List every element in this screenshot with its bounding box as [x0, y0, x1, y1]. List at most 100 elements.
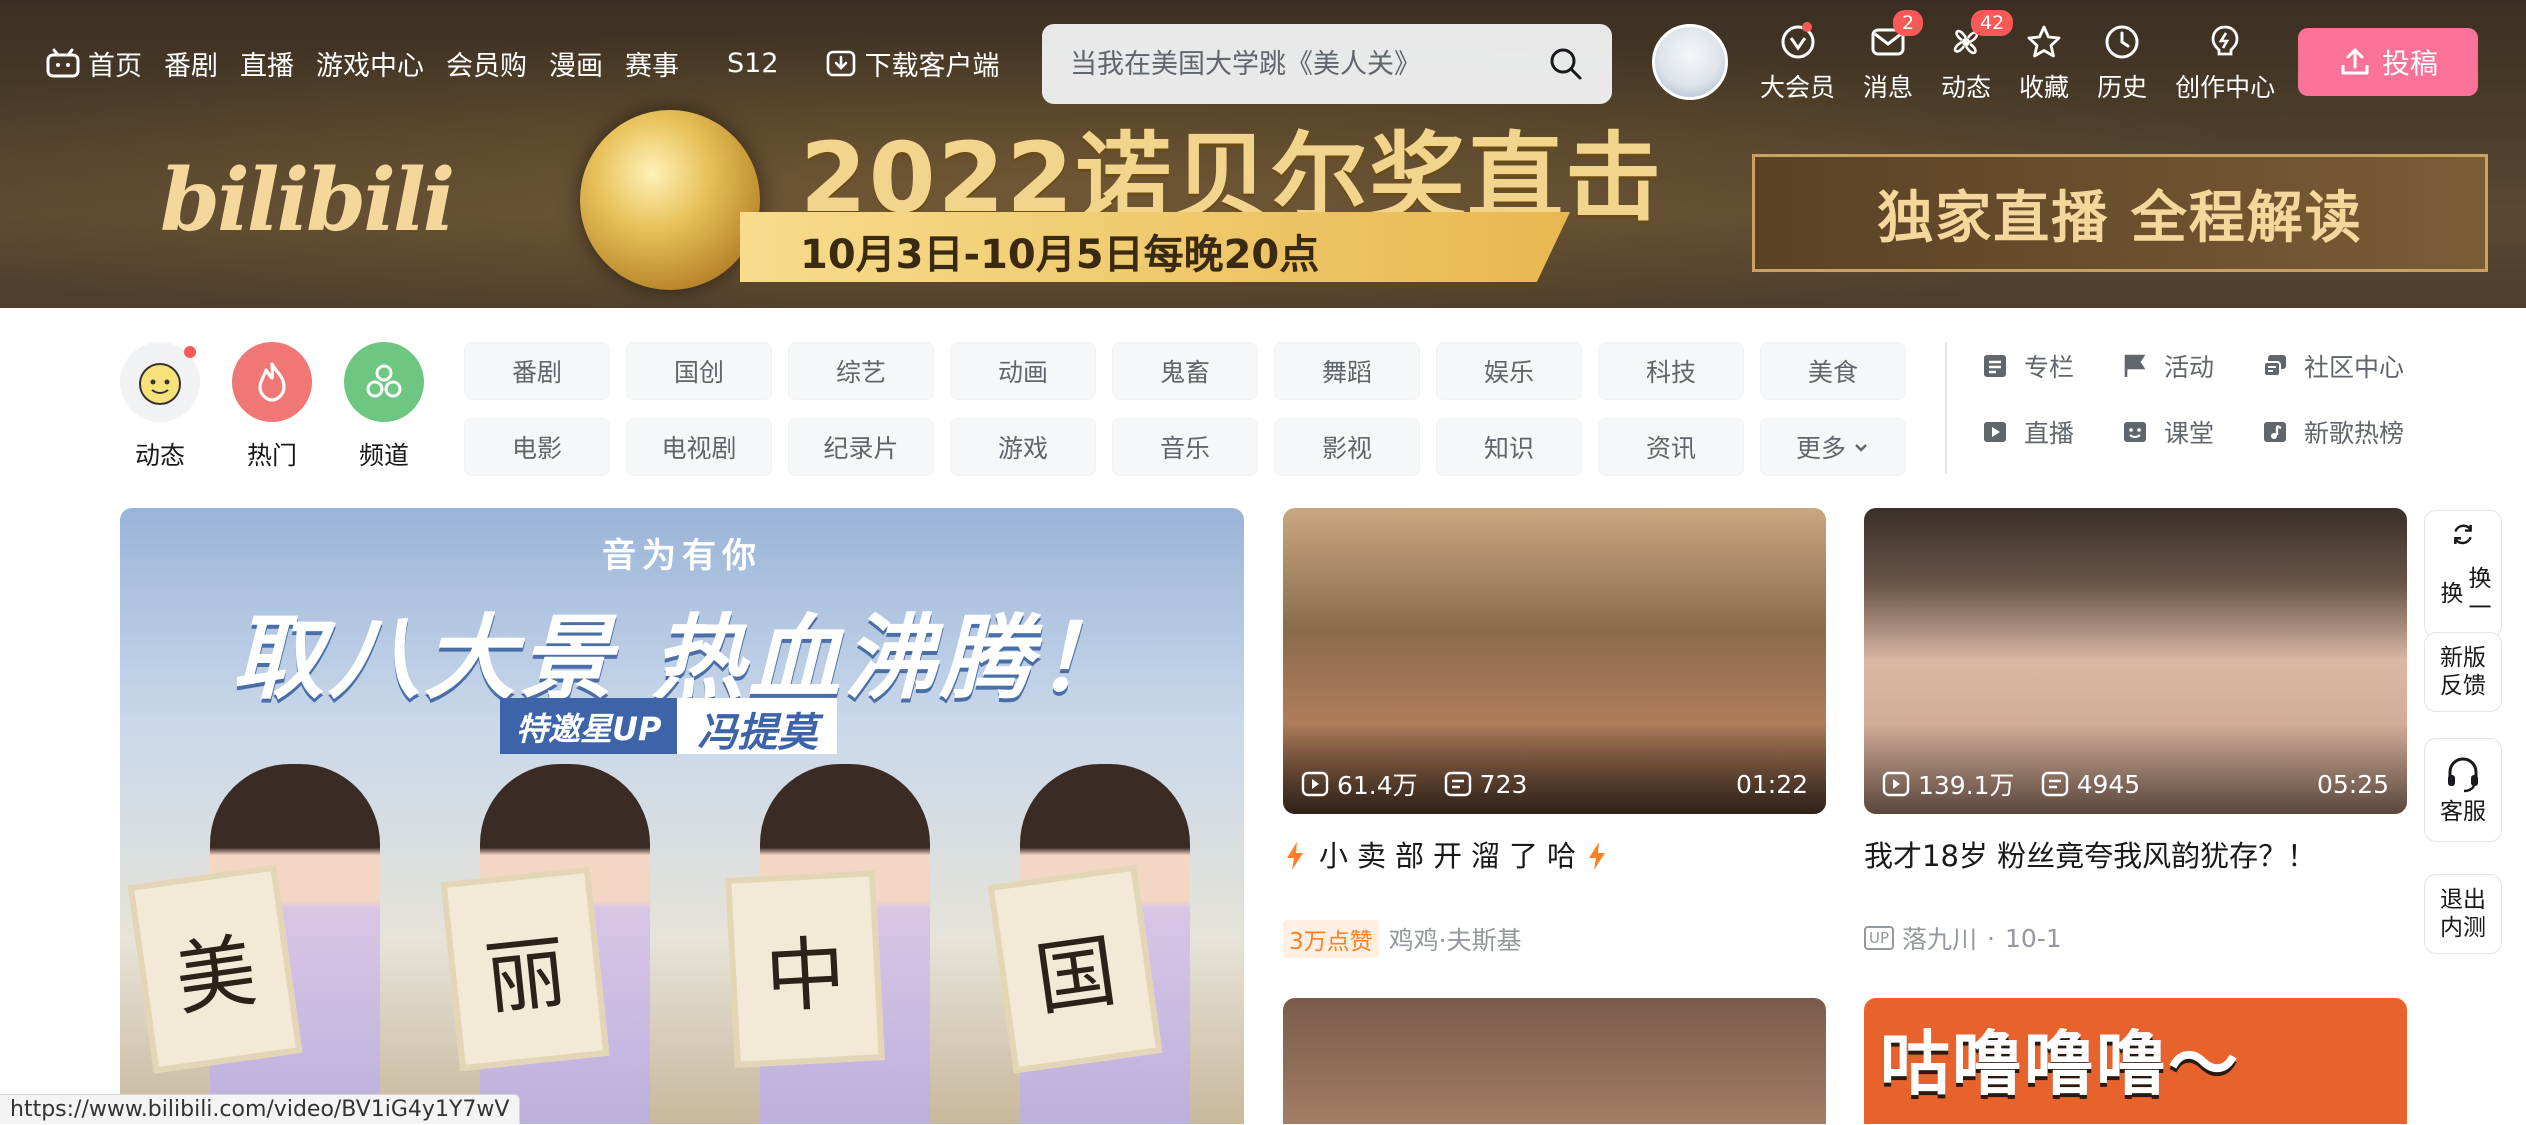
nav-left: 首页 番剧 直播 游戏中心 会员购 漫画 赛事 S12 下载客户端 [46, 40, 1022, 86]
header-history[interactable]: 历史 [2097, 22, 2147, 104]
up-icon: UP [1864, 926, 1895, 950]
video-card[interactable]: 61.4万 723 01:22 小卖部开溜了哈 3万点赞 鸡鸡·夫斯基 [1283, 508, 1826, 958]
flag-icon [2120, 351, 2150, 381]
channel-chip-tech[interactable]: 科技 [1598, 342, 1744, 400]
nav-manga[interactable]: 漫画 [549, 44, 603, 83]
tool-article[interactable]: 专栏 [1980, 348, 2116, 384]
tool-live[interactable]: 直播 [1980, 414, 2116, 450]
nav-live[interactable]: 直播 [240, 44, 294, 83]
channel-chip-news[interactable]: 资讯 [1598, 418, 1744, 476]
header-vip[interactable]: 大会员 [1760, 22, 1835, 104]
nav-home[interactable]: 首页 [46, 44, 142, 83]
tool-new-songs[interactable]: 新歌热榜 [2260, 414, 2440, 450]
video-duration: 01:22 [1735, 769, 1808, 799]
nav-match[interactable]: 赛事 [625, 44, 679, 83]
channel-chip-tv[interactable]: 电视剧 [626, 418, 772, 476]
refresh-label: 换一换 [2436, 566, 2490, 625]
channel-chip-music[interactable]: 音乐 [1112, 418, 1258, 476]
video-title[interactable]: 小卖部开溜了哈 [1283, 836, 1826, 876]
feedback-button[interactable]: 新版反馈 [2424, 632, 2502, 712]
tool-community[interactable]: 社区中心 [2260, 348, 2440, 384]
nav-shop[interactable]: 会员购 [446, 44, 527, 83]
header-banner: bilibili 2022诺贝尔奖直击 10月3日-10月5日每晚20点 独家直… [0, 0, 2526, 308]
tool-links: 专栏 活动 社区中心 直播 课堂 新歌热榜 [1980, 348, 2440, 450]
quick-hot[interactable]: 热门 [232, 342, 312, 472]
quick-dynamic[interactable]: 动态 [120, 342, 200, 472]
customer-service-button[interactable]: 客服 [2424, 738, 2502, 842]
channel-chip-bangumi[interactable]: 番剧 [464, 342, 610, 400]
play-count-icon [1301, 771, 1329, 797]
community-icon [2260, 351, 2290, 381]
dynamic-label: 动态 [1941, 73, 1992, 102]
download-label: 下载客户端 [864, 50, 1000, 82]
article-icon [1980, 351, 2010, 381]
channel-chip-food[interactable]: 美食 [1760, 342, 1906, 400]
tool-live-label: 直播 [2024, 419, 2075, 448]
danmaku-count-value: 4945 [2076, 769, 2141, 799]
user-avatar[interactable] [1652, 24, 1728, 100]
carousel-scroll: 美 [127, 864, 303, 1074]
nav-game-center[interactable]: 游戏中心 [316, 44, 424, 83]
nav-home-label: 首页 [88, 50, 142, 82]
channel-chip-kichiku[interactable]: 鬼畜 [1112, 342, 1258, 400]
bilibili-logo[interactable]: bilibili [160, 150, 455, 251]
video-thumbnail[interactable]: 139.1万 4945 05:25 [1864, 508, 2407, 814]
nav-download-client[interactable]: 下载客户端 [825, 44, 1000, 83]
channel-chip-game[interactable]: 游戏 [950, 418, 1096, 476]
tool-activity-label: 活动 [2164, 353, 2215, 382]
video-card[interactable]: 139.1万 4945 05:25 我才18岁 粉丝竟夸我风韵犹存？！ UP 落… [1864, 508, 2407, 954]
video-stats: 61.4万 723 01:22 [1301, 766, 1808, 802]
carousel-tag-guest: 特邀星UP [500, 698, 678, 754]
bulb-icon [2205, 22, 2245, 62]
header-message[interactable]: 2 消息 [1863, 10, 1924, 104]
danmaku-icon [2041, 771, 2068, 797]
video-thumbnail[interactable] [1283, 998, 1826, 1124]
video-thumbnail[interactable]: 61.4万 723 01:22 [1283, 508, 1826, 814]
banner-live-box[interactable]: 独家直播 全程解读 [1752, 154, 2488, 272]
video-author[interactable]: 鸡鸡·夫斯基 [1389, 921, 1522, 957]
tool-community-label: 社区中心 [2304, 353, 2405, 382]
meta-separator: · [1987, 923, 1995, 953]
header-dynamic[interactable]: 42 动态 [1941, 10, 2014, 104]
category-divider [1945, 342, 1947, 474]
tool-activity[interactable]: 活动 [2120, 348, 2256, 384]
search-box [1042, 24, 1612, 104]
header-creator-center[interactable]: 创作中心 [2175, 22, 2275, 104]
search-icon[interactable] [1548, 46, 1584, 82]
channel-chip-anime[interactable]: 动画 [950, 342, 1096, 400]
video-title[interactable]: 我才18岁 粉丝竟夸我风韵犹存？！ [1864, 836, 2407, 876]
carousel-tag-name: 冯提莫 [677, 698, 838, 756]
tool-course[interactable]: 课堂 [2120, 414, 2256, 450]
channel-chip-knowledge[interactable]: 知识 [1436, 418, 1582, 476]
nav-bangumi[interactable]: 番剧 [164, 44, 218, 83]
upload-icon [2341, 47, 2369, 75]
nav-s12[interactable]: S12 [727, 48, 779, 79]
channel-chip-guochuang[interactable]: 国创 [626, 342, 772, 400]
video-title-text: 我才18岁 粉丝竟夸我风韵犹存？！ [1864, 839, 2317, 873]
video-author[interactable]: 落九川 [1902, 920, 1977, 956]
channel-chip-documentary[interactable]: 纪录片 [788, 418, 934, 476]
lightning-icon [1589, 842, 1606, 870]
header-favorite[interactable]: 收藏 [2019, 22, 2069, 104]
channel-chip-film[interactable]: 影视 [1274, 418, 1420, 476]
quick-channel[interactable]: 频道 [344, 342, 424, 472]
download-icon [826, 50, 855, 77]
channel-chip-variety[interactable]: 综艺 [788, 342, 934, 400]
channel-chip-more[interactable]: 更多 [1760, 418, 1906, 476]
vip-label: 大会员 [1760, 73, 1836, 102]
carousel-scroll: 国 [987, 864, 1163, 1074]
upload-button[interactable]: 投稿 [2298, 28, 2478, 96]
channel-chip-movie[interactable]: 电影 [464, 418, 610, 476]
tool-new-songs-label: 新歌热榜 [2304, 419, 2405, 448]
feature-carousel[interactable]: 音为有你 取八大景 热血沸腾！ 特邀星UP 冯提莫 美 丽 中 国 [120, 508, 1244, 1124]
search-input[interactable] [1070, 48, 1548, 80]
exit-beta-button[interactable]: 退出内测 [2424, 874, 2502, 954]
quick-dynamic-label: 动态 [134, 441, 185, 470]
channel-chip-entertainment[interactable]: 娱乐 [1436, 342, 1582, 400]
quick-channel-label: 频道 [358, 441, 409, 470]
tool-course-label: 课堂 [2164, 419, 2215, 448]
video-thumbnail[interactable]: 咕噜噜噜～ [1864, 998, 2407, 1124]
lightning-icon [1287, 842, 1303, 870]
channel-chip-dance[interactable]: 舞蹈 [1274, 342, 1420, 400]
refresh-button[interactable]: 换一换 [2424, 510, 2502, 638]
